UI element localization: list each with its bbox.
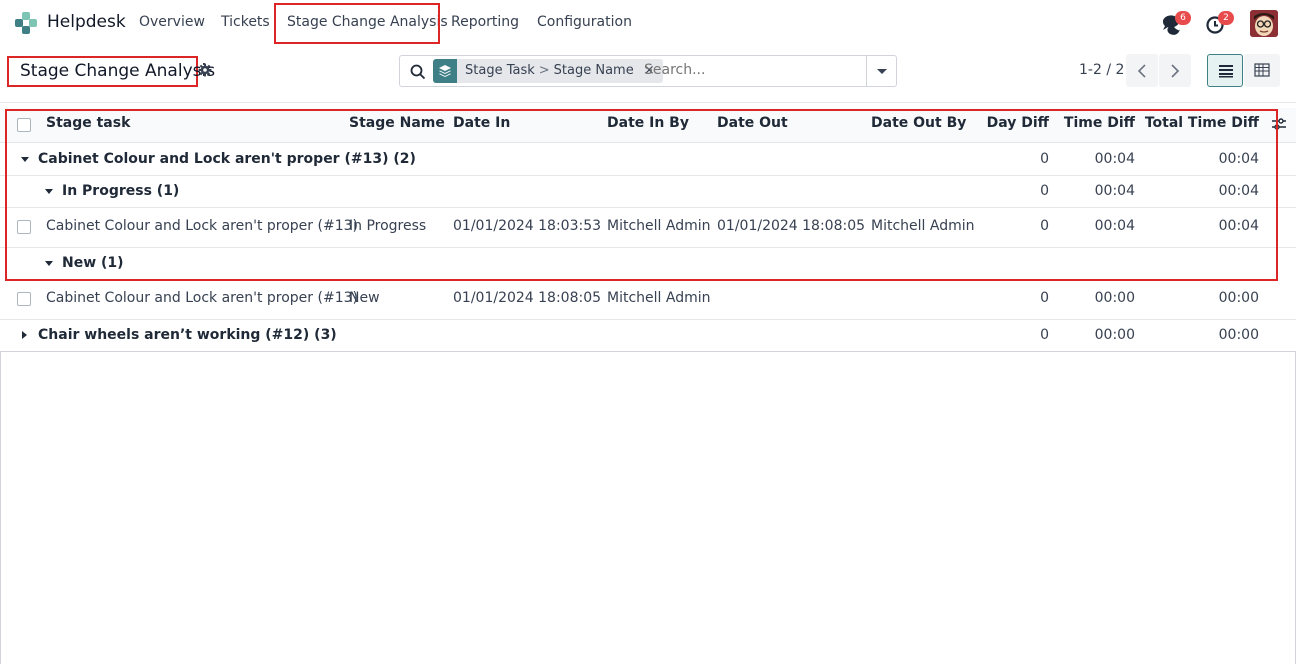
- control-panel-divider: [0, 102, 1296, 103]
- column-header-total-time-diff[interactable]: Total Time Diff: [1145, 115, 1259, 131]
- search-icon[interactable]: [410, 64, 426, 80]
- facet-label: Stage Task > Stage Name: [457, 59, 642, 83]
- group-time-diff: 00:00: [1094, 327, 1135, 343]
- group-row[interactable]: Chair wheels aren’t working (#12) (3) 0 …: [0, 320, 1296, 352]
- subgroup-total-time-diff: 00:04: [1218, 183, 1259, 199]
- group-total-time-diff: 00:04: [1218, 151, 1259, 167]
- cell-day-diff: 0: [1040, 290, 1049, 306]
- facet-part-stage-task: Stage Task: [465, 63, 535, 78]
- column-header-time-diff[interactable]: Time Diff: [1064, 115, 1135, 131]
- cell-date-out-by: Mitchell Admin: [871, 218, 975, 234]
- group-label: Cabinet Colour and Lock aren't proper (#…: [38, 151, 416, 167]
- gear-icon[interactable]: [198, 63, 212, 77]
- layers-icon: [433, 59, 457, 83]
- cell-stage-name: In Progress: [349, 218, 427, 234]
- pager-previous-button[interactable]: [1126, 54, 1158, 87]
- group-label: Chair wheels aren’t working (#12) (3): [38, 327, 337, 343]
- list-icon: [1219, 65, 1233, 78]
- column-header-day-diff[interactable]: Day Diff: [987, 115, 1049, 131]
- caret-right-icon: [22, 327, 27, 343]
- table-header: Stage task Stage Name Date In Date In By…: [0, 108, 1296, 143]
- user-avatar[interactable]: [1250, 10, 1278, 37]
- caret-down-icon: [21, 151, 29, 167]
- table-row[interactable]: Cabinet Colour and Lock aren't proper (#…: [0, 208, 1296, 248]
- page-title: Stage Change Analysis: [20, 61, 216, 81]
- cell-date-in: 01/01/2024 18:08:05: [453, 290, 602, 306]
- facet-separator: >: [538, 63, 550, 78]
- row-checkbox[interactable]: [17, 292, 31, 306]
- search-facet-groupby[interactable]: Stage Task > Stage Name ×: [433, 59, 663, 83]
- pivot-view-button[interactable]: [1244, 54, 1280, 87]
- helpdesk-logo-icon[interactable]: [14, 11, 38, 35]
- cell-total-time-diff: 00:04: [1218, 218, 1259, 234]
- chevron-right-icon: [1171, 64, 1180, 78]
- column-header-date-out[interactable]: Date Out: [717, 115, 788, 131]
- group-total-time-diff: 00:00: [1218, 327, 1259, 343]
- subgroup-time-diff: 00:04: [1094, 183, 1135, 199]
- subgroup-row[interactable]: In Progress (1) 0 00:04 00:04: [0, 176, 1296, 208]
- subgroup-label: New (1): [62, 255, 124, 271]
- cell-stage-name: New: [349, 290, 380, 306]
- cell-date-out: 01/01/2024 18:08:05: [717, 218, 866, 234]
- column-header-date-in[interactable]: Date In: [453, 115, 510, 131]
- cell-total-time-diff: 00:00: [1218, 290, 1259, 306]
- table-row[interactable]: Cabinet Colour and Lock aren't proper (#…: [0, 281, 1296, 320]
- cell-time-diff: 00:00: [1094, 290, 1135, 306]
- menu-tickets[interactable]: Tickets: [221, 14, 270, 30]
- cell-date-in: 01/01/2024 18:03:53: [453, 218, 602, 234]
- pager-next-button[interactable]: [1159, 54, 1191, 87]
- search-options-toggle[interactable]: [866, 56, 896, 86]
- subgroup-day-diff: 0: [1040, 183, 1049, 199]
- activities-badge: 2: [1218, 11, 1234, 25]
- app-name[interactable]: Helpdesk: [47, 12, 126, 32]
- menu-reporting[interactable]: Reporting: [451, 14, 519, 30]
- list-view-button[interactable]: [1207, 54, 1243, 87]
- empty-area: [0, 351, 1296, 664]
- select-all-checkbox[interactable]: [17, 118, 31, 132]
- cell-day-diff: 0: [1040, 218, 1049, 234]
- chevron-left-icon: [1137, 64, 1146, 78]
- row-checkbox[interactable]: [17, 220, 31, 234]
- column-header-date-out-by[interactable]: Date Out By: [871, 115, 966, 131]
- column-header-stage-name[interactable]: Stage Name: [349, 115, 445, 131]
- caret-down-icon: [45, 183, 53, 199]
- group-day-diff: 0: [1040, 151, 1049, 167]
- pivot-table-icon: [1254, 63, 1270, 77]
- pager-value[interactable]: 1-2 / 2: [1079, 62, 1124, 78]
- cell-time-diff: 00:04: [1094, 218, 1135, 234]
- facet-part-stage-name: Stage Name: [553, 63, 634, 78]
- top-navbar: Helpdesk Overview Tickets Stage Change A…: [0, 0, 1296, 46]
- menu-overview[interactable]: Overview: [139, 14, 205, 30]
- cell-date-in-by: Mitchell Admin: [607, 290, 711, 306]
- group-time-diff: 00:04: [1094, 151, 1135, 167]
- caret-down-icon: [877, 69, 887, 74]
- group-row[interactable]: Cabinet Colour and Lock aren't proper (#…: [0, 143, 1296, 176]
- column-header-date-in-by[interactable]: Date In By: [607, 115, 689, 131]
- cell-date-in-by: Mitchell Admin: [607, 218, 711, 234]
- subgroup-label: In Progress (1): [62, 183, 180, 199]
- group-day-diff: 0: [1040, 327, 1049, 343]
- search-bar: Stage Task > Stage Name ×: [399, 55, 897, 87]
- optional-columns-toggle-icon[interactable]: [1271, 117, 1287, 131]
- subgroup-row[interactable]: New (1): [0, 248, 1296, 281]
- column-header-stage-task[interactable]: Stage task: [46, 115, 130, 131]
- search-input[interactable]: [644, 62, 854, 78]
- cell-stage-task: Cabinet Colour and Lock aren't proper (#…: [46, 218, 358, 234]
- cell-stage-task: Cabinet Colour and Lock aren't proper (#…: [46, 290, 358, 306]
- messages-badge: 6: [1175, 11, 1191, 25]
- highlight-annotation: [274, 3, 440, 44]
- caret-down-icon: [45, 255, 53, 271]
- menu-configuration[interactable]: Configuration: [537, 14, 632, 30]
